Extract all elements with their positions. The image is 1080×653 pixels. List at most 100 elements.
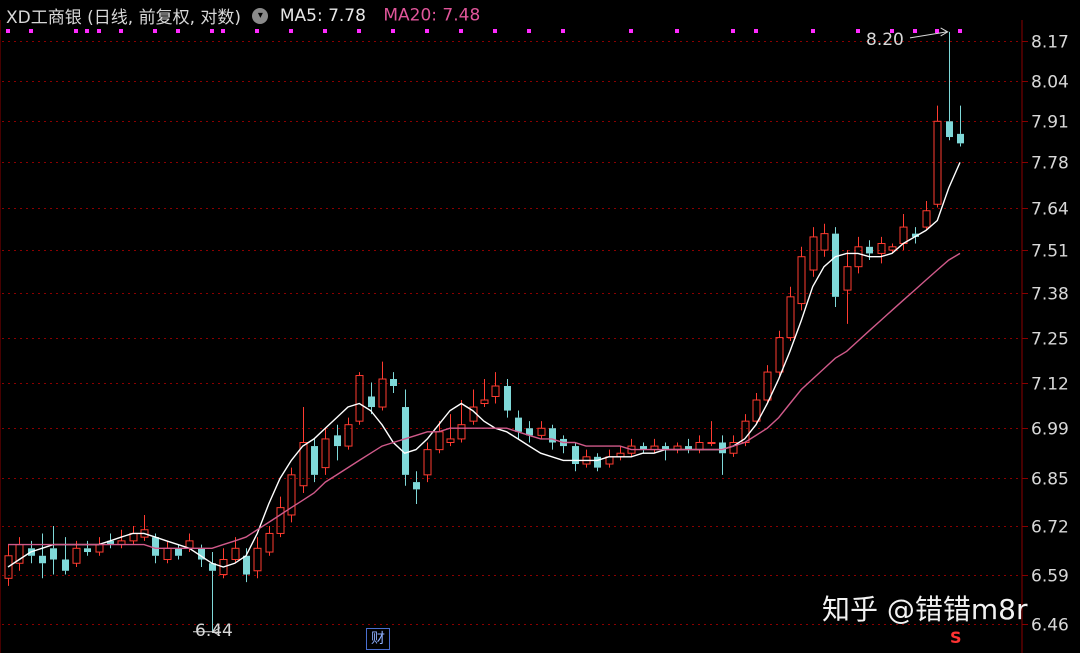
signal-dot <box>6 29 10 33</box>
candle-body <box>537 427 546 436</box>
down-candle <box>39 533 46 579</box>
up-candle <box>605 449 614 468</box>
candle-body <box>491 385 500 397</box>
up-candle <box>344 417 353 450</box>
up-candle <box>117 529 126 549</box>
signal-dot <box>561 29 565 33</box>
candle-body <box>243 555 250 575</box>
down-candle <box>685 438 692 454</box>
up-candle <box>423 442 432 483</box>
candle-body <box>719 442 726 454</box>
signal-dot <box>323 29 327 33</box>
candle-body <box>888 246 897 251</box>
signal-dot <box>935 29 939 33</box>
candle-body <box>50 548 57 560</box>
candle-body <box>39 555 46 564</box>
moving-average-lines <box>7 27 961 637</box>
up-candle <box>457 399 466 443</box>
signal-dot <box>913 29 917 33</box>
signal-dot <box>459 29 463 33</box>
chart-header: XD工商银 (日线, 前复权, 对数) ▾ MA5: 7.78 MA20: 7.… <box>6 3 480 29</box>
signal-dot <box>119 29 123 33</box>
candle-body <box>843 266 852 291</box>
signal-dot <box>74 29 78 33</box>
candle-body <box>946 121 953 138</box>
signal-dot <box>153 29 157 33</box>
signal-dot <box>391 29 395 33</box>
up-candle <box>287 467 296 523</box>
up-candle <box>299 407 308 494</box>
signal-dot <box>811 29 815 33</box>
candle-body <box>797 256 806 305</box>
signal-dot <box>754 29 758 33</box>
signal-dot <box>731 29 735 33</box>
candle-body <box>922 210 931 228</box>
up-candle <box>163 540 172 564</box>
grid-lines <box>0 20 1028 653</box>
up-candle <box>491 372 500 404</box>
up-candle <box>627 438 636 457</box>
candle-body <box>435 431 444 451</box>
candle-body <box>515 417 522 432</box>
up-candle <box>922 201 931 231</box>
y-tick-label: 6.85 <box>1031 470 1069 490</box>
candle-body <box>957 133 964 144</box>
candle-body <box>355 375 364 422</box>
up-candle <box>253 537 262 579</box>
candle-body <box>820 233 829 251</box>
down-candle <box>594 453 601 472</box>
down-candle <box>311 438 318 483</box>
down-candle <box>50 526 57 575</box>
financial-report-badge[interactable]: 财 <box>366 628 390 650</box>
candle-body <box>695 441 704 451</box>
candle-body <box>480 399 489 405</box>
signal-dot <box>493 29 497 33</box>
signal-dot <box>176 29 180 33</box>
candle-body <box>423 449 432 476</box>
candle-body <box>594 456 601 468</box>
candle-body <box>231 547 240 561</box>
down-candle <box>526 421 533 443</box>
signal-dot <box>29 29 33 33</box>
candle-body <box>877 243 886 254</box>
y-tick-label: 6.46 <box>1031 616 1069 636</box>
down-candle <box>832 227 839 307</box>
candle-body <box>775 337 784 373</box>
candle-body <box>265 532 274 553</box>
up-candle <box>775 330 784 376</box>
high-annotation: 8.20 <box>866 30 904 50</box>
up-candle <box>854 236 863 274</box>
down-candle <box>504 379 511 418</box>
down-candle <box>334 424 341 461</box>
down-candle <box>62 537 69 575</box>
candle-body <box>707 441 716 444</box>
signal-dot <box>856 29 860 33</box>
y-tick-label: 7.25 <box>1031 330 1069 350</box>
candle-body <box>832 233 839 297</box>
down-candle <box>946 31 953 141</box>
y-tick-label: 7.38 <box>1031 285 1069 305</box>
down-candle <box>662 442 669 461</box>
up-candle <box>809 227 818 277</box>
candle-body <box>311 446 318 475</box>
indicator-toggle-icon[interactable]: ▾ <box>252 7 269 24</box>
up-candle <box>582 449 591 468</box>
up-candle <box>616 446 625 461</box>
candle-body <box>402 407 409 475</box>
candle-body <box>321 438 330 469</box>
candle-body <box>866 246 873 254</box>
ma5-label: MA5: 7.78 <box>279 5 366 26</box>
y-tick-label: 7.64 <box>1031 200 1069 220</box>
down-candle <box>549 424 556 450</box>
signal-dot <box>958 29 962 33</box>
candle-body <box>344 424 353 447</box>
up-candle <box>695 435 704 454</box>
signal-s-badge[interactable]: S <box>950 628 962 647</box>
candle-body <box>504 385 511 411</box>
up-candle <box>673 442 682 454</box>
up-candle <box>888 243 897 254</box>
candle-body <box>152 537 159 556</box>
candle-body <box>368 396 375 408</box>
candle-body <box>899 226 908 245</box>
signal-dot <box>629 29 633 33</box>
